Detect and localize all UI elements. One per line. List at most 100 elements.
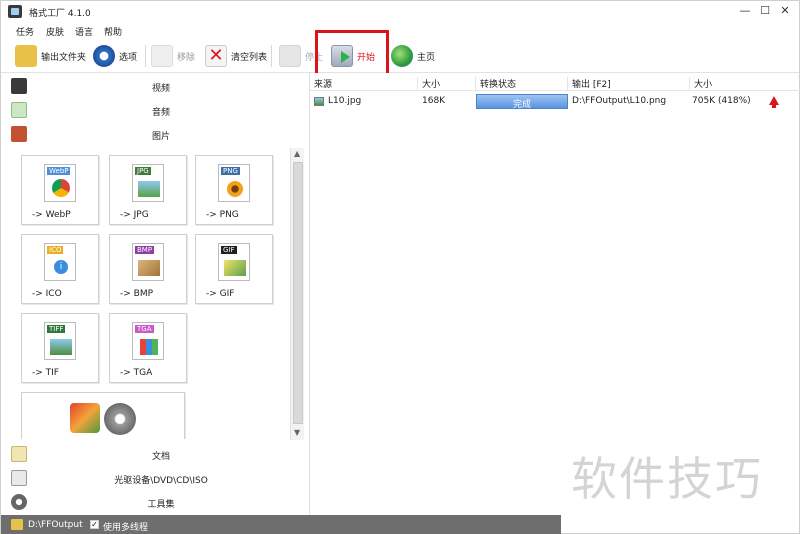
format-tile-label: -> TIF (32, 368, 59, 378)
category-audio-label: 音频 (151, 108, 170, 118)
document-icon (11, 446, 27, 462)
toolbar-separator (145, 45, 146, 67)
image-tools-tile[interactable] (21, 392, 185, 439)
table-row[interactable]: L10.jpg 168K 完成 D:\FFOutput\L10.png 705K… (310, 93, 800, 111)
app-window: 格式工厂 4.1.0 — ☐ ✕ 任务 皮肤 语言 帮助 输出文件夹 选项 移除… (0, 0, 800, 534)
bmp-badge: BMP (135, 246, 155, 254)
category-panel: 视频 音频 图片 WebP -> WebP JPG -> JPG PNG -> … (1, 73, 307, 515)
watermark: 软件技巧 (571, 452, 763, 506)
toolbar: 输出文件夹 选项 移除 ✕ 清空列表 停止 开始 主页 (1, 39, 799, 73)
format-tile-label: -> GIF (206, 289, 235, 299)
col-output[interactable]: 输出 [F2] (568, 77, 690, 91)
brush-picture-icon (138, 260, 160, 276)
clear-list-label: 清空列表 (231, 52, 268, 63)
output-path[interactable]: D:\FFOutput (28, 520, 83, 530)
format-tile-tga[interactable]: TGA -> TGA (109, 313, 187, 383)
format-tile-jpg[interactable]: JPG -> JPG (109, 155, 187, 225)
menu-bar: 任务 皮肤 语言 帮助 (1, 23, 799, 39)
format-tile-label: -> BMP (120, 289, 154, 299)
jpg-badge: JPG (135, 167, 151, 175)
category-image-label: 图片 (151, 132, 170, 142)
format-tile-png[interactable]: PNG -> PNG (195, 155, 273, 225)
col-output-size[interactable]: 大小 (690, 77, 800, 91)
category-optical-label: 光驱设备\DVD\CD\ISO (114, 476, 208, 486)
remove-icon (151, 45, 173, 67)
toolbar-separator (271, 45, 272, 67)
gif-file-icon: GIF (218, 243, 250, 281)
home-globe-icon (391, 45, 413, 67)
animation-icon (224, 260, 246, 276)
flower-icon (227, 181, 243, 197)
output-folder-label: 输出文件夹 (41, 52, 87, 63)
minimize-button[interactable]: — (737, 4, 753, 18)
category-document[interactable]: 文档 (1, 443, 307, 467)
col-source[interactable]: 来源 (310, 77, 418, 91)
gear-icon (104, 403, 136, 435)
col-size[interactable]: 大小 (418, 77, 476, 91)
ico-file-icon: ICO i (44, 243, 76, 281)
category-optical[interactable]: 光驱设备\DVD\CD\ISO (1, 467, 307, 491)
status-bar: D:\FFOutput ✓ 使用多线程 (1, 515, 561, 534)
toolset-gear-icon (11, 494, 27, 510)
format-tile-label: -> TGA (120, 368, 153, 378)
format-tile-label: -> WebP (32, 210, 71, 220)
format-tile-label: -> ICO (32, 289, 62, 299)
category-audio[interactable]: 音频 (1, 99, 307, 123)
gif-badge: GIF (221, 246, 237, 254)
category-toolset[interactable]: 工具集 (1, 491, 307, 515)
png-file-icon: PNG (218, 164, 250, 202)
blocks-icon (140, 339, 158, 355)
menu-help[interactable]: 帮助 (104, 25, 122, 38)
format-tile-bmp[interactable]: BMP -> BMP (109, 234, 187, 304)
format-tile-gif[interactable]: GIF -> GIF (195, 234, 273, 304)
video-film-icon (11, 78, 27, 94)
category-toolset-label: 工具集 (147, 500, 175, 510)
start-highlight-box (315, 30, 389, 76)
scroll-down-icon[interactable]: ▼ (294, 428, 300, 437)
folder-icon (15, 45, 37, 67)
home-button[interactable]: 主页 (391, 43, 435, 69)
chrome-icon (52, 179, 70, 197)
png-badge: PNG (221, 167, 240, 175)
row-status: 完成 (512, 100, 531, 110)
tga-badge: TGA (135, 325, 154, 333)
audio-note-icon (11, 102, 27, 118)
category-video[interactable]: 视频 (1, 75, 307, 99)
task-table-header: 来源 大小 转换状态 输出 [F2] 大小 (310, 75, 800, 91)
format-scrollbar[interactable]: ▲ ▼ (290, 148, 304, 440)
options-gear-icon (93, 45, 115, 67)
home-label: 主页 (417, 52, 436, 63)
bmp-file-icon: BMP (132, 243, 164, 281)
format-tile-ico[interactable]: ICO i -> ICO (21, 234, 99, 304)
options-label: 选项 (119, 52, 138, 63)
scroll-thumb[interactable] (293, 162, 303, 424)
remove-button[interactable]: 移除 (151, 43, 195, 69)
clear-list-button[interactable]: ✕ 清空列表 (205, 43, 267, 69)
close-button[interactable]: ✕ (777, 4, 793, 18)
menu-language[interactable]: 语言 (75, 25, 93, 38)
format-tile-tif[interactable]: TIFF -> TIF (21, 313, 99, 383)
stop-icon (279, 45, 301, 67)
scroll-up-icon[interactable]: ▲ (294, 149, 300, 158)
webp-badge: WebP (47, 167, 71, 175)
landscape-icon (138, 181, 160, 197)
folder-icon (11, 519, 23, 530)
menu-skin[interactable]: 皮肤 (46, 25, 64, 38)
jpg-file-icon: JPG (132, 164, 164, 202)
multithread-checkbox[interactable]: ✓ (90, 520, 99, 529)
options-button[interactable]: 选项 (93, 43, 137, 69)
row-source: L10.jpg (328, 96, 362, 106)
maximize-button[interactable]: ☐ (757, 4, 773, 18)
format-grid: WebP -> WebP JPG -> JPG PNG -> PNG ICO i… (17, 149, 289, 439)
col-status[interactable]: 转换状态 (476, 77, 568, 91)
app-logo-icon (8, 5, 22, 18)
format-tile-webp[interactable]: WebP -> WebP (21, 155, 99, 225)
landscape-icon (50, 339, 72, 355)
row-output-size: 705K (418%) (692, 96, 751, 106)
category-video-label: 视频 (151, 84, 170, 94)
menu-task[interactable]: 任务 (16, 25, 34, 38)
info-icon: i (54, 260, 68, 274)
category-image[interactable]: 图片 (1, 123, 307, 147)
output-folder-button[interactable]: 输出文件夹 (15, 43, 86, 69)
format-tile-label: -> PNG (206, 210, 239, 220)
